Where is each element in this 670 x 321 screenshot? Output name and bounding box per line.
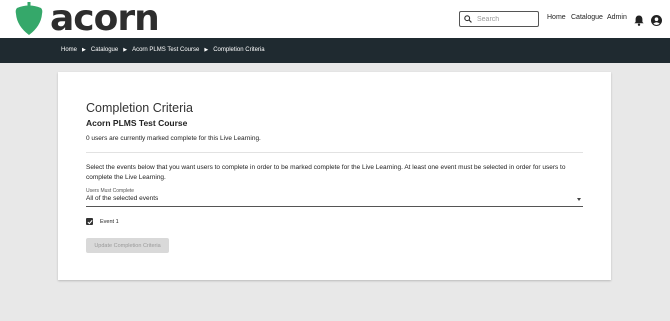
- page-title: Completion Criteria: [86, 101, 193, 115]
- checkmark-icon: [87, 219, 93, 224]
- nav-home[interactable]: Home: [547, 14, 566, 21]
- completion-criteria-card: Completion Criteria Acorn PLMS Test Cour…: [58, 72, 611, 280]
- select-value: All of the selected events: [86, 195, 159, 202]
- event-1-label: Event 1: [100, 218, 119, 225]
- nav-catalogue[interactable]: Catalogue: [571, 14, 603, 21]
- update-completion-criteria-button[interactable]: Update Completion Criteria: [86, 238, 169, 253]
- search-input[interactable]: [477, 15, 535, 23]
- event-checkbox-row[interactable]: Event 1: [86, 218, 119, 225]
- divider: [86, 152, 583, 153]
- logo-wordmark: acorn: [50, 0, 160, 39]
- search-box[interactable]: [459, 11, 539, 27]
- caret-down-icon: [577, 198, 581, 201]
- account-icon[interactable]: [651, 13, 662, 31]
- breadcrumb: Home ▶ Catalogue ▶ Acorn PLMS Test Cours…: [61, 47, 265, 53]
- instructions-text: Select the events below that you want us…: [86, 164, 566, 181]
- breadcrumb-separator-icon: ▶: [123, 47, 128, 53]
- breadcrumb-catalogue[interactable]: Catalogue: [91, 47, 118, 53]
- completion-count-text: 0 users are currently marked complete fo…: [86, 135, 261, 142]
- nav-admin[interactable]: Admin: [607, 14, 627, 21]
- breadcrumb-home[interactable]: Home: [61, 47, 77, 53]
- breadcrumb-bar: Home ▶ Catalogue ▶ Acorn PLMS Test Cours…: [0, 38, 670, 63]
- breadcrumb-course[interactable]: Acorn PLMS Test Course: [132, 47, 199, 53]
- site-logo[interactable]: acorn: [14, 0, 160, 39]
- users-must-complete-label: Users Must Complete: [86, 188, 135, 194]
- breadcrumb-separator-icon: ▶: [82, 47, 86, 53]
- course-title: Acorn PLMS Test Course: [86, 118, 188, 128]
- users-must-complete-select[interactable]: All of the selected events: [86, 195, 583, 207]
- notifications-bell-icon[interactable]: [634, 13, 644, 31]
- site-header: acorn Home Catalogue Admin: [0, 0, 670, 38]
- event-1-checkbox[interactable]: [86, 218, 93, 225]
- acorn-logo-icon: [14, 2, 44, 36]
- breadcrumb-separator-icon: ▶: [204, 47, 209, 53]
- search-icon: [460, 10, 472, 28]
- breadcrumb-current: Completion Criteria: [213, 47, 265, 53]
